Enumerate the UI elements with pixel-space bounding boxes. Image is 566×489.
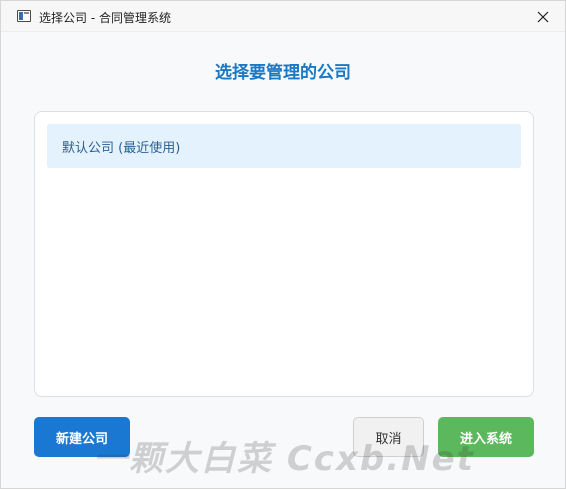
company-list: 默认公司 (最近使用) (34, 111, 534, 397)
close-icon (537, 11, 549, 22)
window-title: 选择公司 - 合同管理系统 (39, 11, 171, 25)
app-window-icon (17, 10, 31, 22)
page-heading: 选择要管理的公司 (215, 63, 351, 83)
close-button[interactable] (521, 1, 565, 32)
company-list-item-label: 默认公司 (最近使用) (62, 140, 181, 156)
cancel-button[interactable]: 取消 (353, 417, 424, 457)
dialog-window: 选择公司 - 合同管理系统 选择要管理的公司 默认公司 (最近使用) 新建公司 … (0, 0, 566, 489)
new-company-button[interactable]: 新建公司 (34, 417, 130, 457)
company-list-item[interactable]: 默认公司 (最近使用) (47, 124, 521, 168)
enter-system-button[interactable]: 进入系统 (438, 417, 534, 457)
title-bar[interactable]: 选择公司 - 合同管理系统 (1, 1, 565, 32)
